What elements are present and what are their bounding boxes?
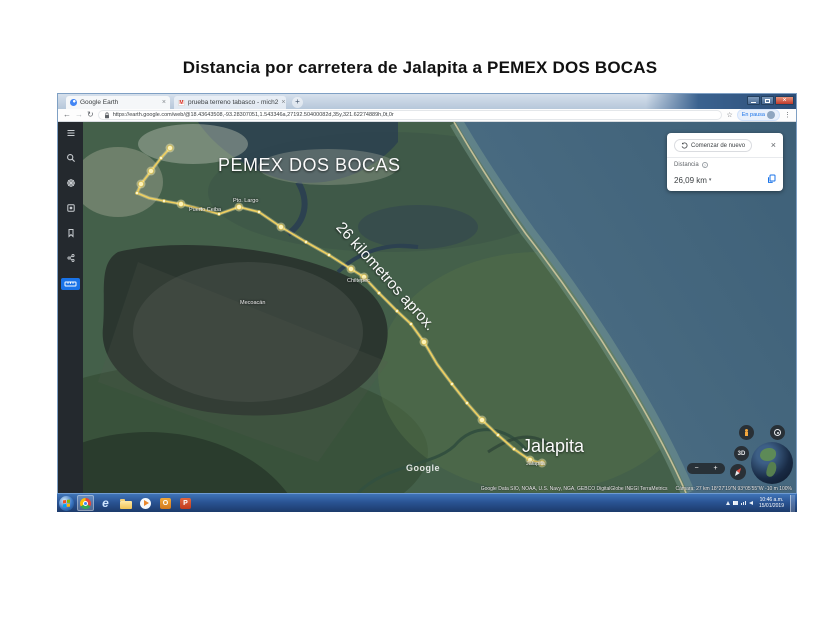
projects-icon[interactable] — [66, 228, 76, 238]
distance-value[interactable]: 26,09 km — [674, 176, 707, 185]
map-label-puerto-ceiba: Puerto Ceiba — [189, 207, 222, 213]
unit-dropdown-icon[interactable]: ▾ — [709, 177, 712, 183]
taskbar-outlook[interactable]: O — [157, 495, 174, 511]
folder-icon — [119, 498, 132, 509]
search-icon[interactable] — [66, 153, 76, 163]
taskbar-powerpoint[interactable]: P — [177, 495, 194, 511]
feeling-lucky-icon[interactable] — [66, 203, 76, 213]
url-field[interactable]: https://earth.google.com/web/@18.4364350… — [97, 110, 723, 120]
google-earth-favicon — [70, 99, 77, 106]
help-icon[interactable]: ? — [701, 162, 708, 168]
tab-close-icon[interactable]: × — [162, 99, 166, 106]
system-tray: 10:46 a.m. 15/01/2019 — [725, 494, 795, 512]
start-button[interactable] — [59, 495, 74, 511]
my-location-button[interactable] — [770, 425, 785, 440]
powerpoint-icon: P — [180, 497, 191, 509]
new-tab-button[interactable]: + — [292, 97, 303, 108]
tab-label: prueba terreno tabasco - mich2 — [188, 99, 279, 106]
network-icon[interactable] — [740, 500, 746, 506]
action-center-flag-icon[interactable] — [732, 501, 738, 505]
taskbar-media-player[interactable] — [137, 495, 154, 511]
distance-label: Distancia — [674, 162, 699, 168]
compass-button[interactable] — [730, 464, 746, 480]
pemex-dos-bocas-label: PEMEX DOS BOCAS — [218, 155, 401, 175]
forward-icon[interactable]: → — [75, 111, 83, 119]
earth-map-viewport[interactable]: Comenzar de nuevo × Distancia ? 26,09 km… — [58, 122, 796, 493]
browser-menu-icon[interactable]: ⋮ — [784, 111, 791, 119]
window-controls: × — [747, 96, 794, 105]
zoom-out-button[interactable]: − — [694, 465, 698, 472]
map-label-mecoacan: Mecoacán — [240, 300, 266, 306]
reload-icon[interactable]: ↻ — [87, 111, 94, 119]
jalapita-label: Jalapita — [522, 436, 585, 456]
clock-date: 15/01/2019 — [758, 503, 784, 509]
voyager-icon[interactable] — [66, 178, 76, 188]
taskbar-file-explorer[interactable] — [117, 495, 134, 511]
menu-icon[interactable] — [66, 128, 76, 138]
maximize-button[interactable] — [761, 96, 774, 105]
lock-icon — [104, 111, 109, 118]
url-text: https://earth.google.com/web/@18.4364350… — [112, 112, 394, 118]
zoom-control: − + — [687, 463, 725, 474]
bookmark-star-icon[interactable]: ☆ — [726, 111, 732, 119]
tray-expand-icon[interactable] — [725, 501, 730, 505]
windows-logo-icon — [63, 499, 70, 507]
map-label-chiltepec: Chiltepec — [347, 278, 370, 284]
desktop: Distancia por carretera de Jalapita a PE… — [0, 0, 840, 630]
show-desktop-button[interactable] — [790, 494, 795, 512]
compass-needle-icon — [733, 466, 743, 478]
close-measure-icon[interactable]: × — [771, 141, 776, 150]
taskbar-internet-explorer[interactable]: e — [97, 495, 114, 511]
address-bar: ← → ↻ https://earth.google.com/web/@18.4… — [58, 109, 796, 122]
3d-toggle-button[interactable]: 3D — [734, 446, 749, 461]
measure-icon[interactable] — [61, 278, 80, 290]
media-player-icon — [140, 497, 151, 509]
tab-label: Google Earth — [80, 99, 119, 106]
outlook-icon: O — [160, 497, 171, 509]
camera-readout: Cámara: 27 km 18°27'19"N 93°05'55"W -10 … — [675, 486, 792, 492]
globe-overview[interactable] — [751, 442, 793, 484]
measure-panel: Comenzar de nuevo × Distancia ? 26,09 km… — [667, 133, 783, 191]
taskbar-chrome[interactable] — [77, 495, 94, 511]
divider — [667, 157, 783, 158]
imagery-attribution: Google Data SIO, NOAA, U.S. Navy, NGA, G… — [480, 486, 668, 492]
gmail-favicon: M — [178, 99, 185, 106]
tab-google-earth[interactable]: Google Earth × — [66, 96, 170, 109]
paused-sync-button[interactable]: En pausa — [736, 109, 780, 121]
volume-icon[interactable] — [748, 501, 753, 505]
pegman-button[interactable] — [739, 425, 754, 440]
chrome-icon — [80, 497, 91, 509]
pegman-icon — [744, 428, 749, 437]
copy-icon[interactable] — [767, 171, 776, 189]
google-watermark: Google — [406, 463, 440, 473]
back-icon[interactable]: ← — [63, 111, 71, 119]
map-label-puerto-largo: Pto. Largo — [233, 198, 259, 204]
tab-close-icon[interactable]: × — [281, 99, 285, 106]
tab-gmail[interactable]: M prueba terreno tabasco - mich2 × — [174, 96, 286, 109]
ie-icon: e — [102, 495, 109, 510]
attribution-bar: Google Data SIO, NOAA, U.S. Navy, NGA, G… — [83, 485, 796, 493]
avatar — [767, 111, 775, 119]
tab-strip: Google Earth × M prueba terreno tabasco … — [58, 94, 796, 109]
close-button[interactable]: × — [775, 96, 794, 105]
restart-measure-button[interactable]: Comenzar de nuevo — [674, 139, 753, 152]
zoom-in-button[interactable]: + — [713, 465, 717, 472]
share-icon[interactable] — [66, 253, 76, 263]
redo-icon — [681, 142, 688, 149]
page-title: Distancia por carretera de Jalapita a PE… — [182, 58, 658, 77]
windows-taskbar: e O P 10:46 a.m. 15/01/2019 — [57, 493, 797, 512]
map-label-jalapita-small: Jalapita — [526, 461, 545, 467]
browser-window: Google Earth × M prueba terreno tabasco … — [57, 93, 797, 493]
earth-sidebar — [58, 122, 83, 493]
minimize-button[interactable] — [747, 96, 760, 105]
taskbar-clock[interactable]: 10:46 a.m. 15/01/2019 — [756, 497, 787, 509]
target-icon — [774, 429, 781, 436]
